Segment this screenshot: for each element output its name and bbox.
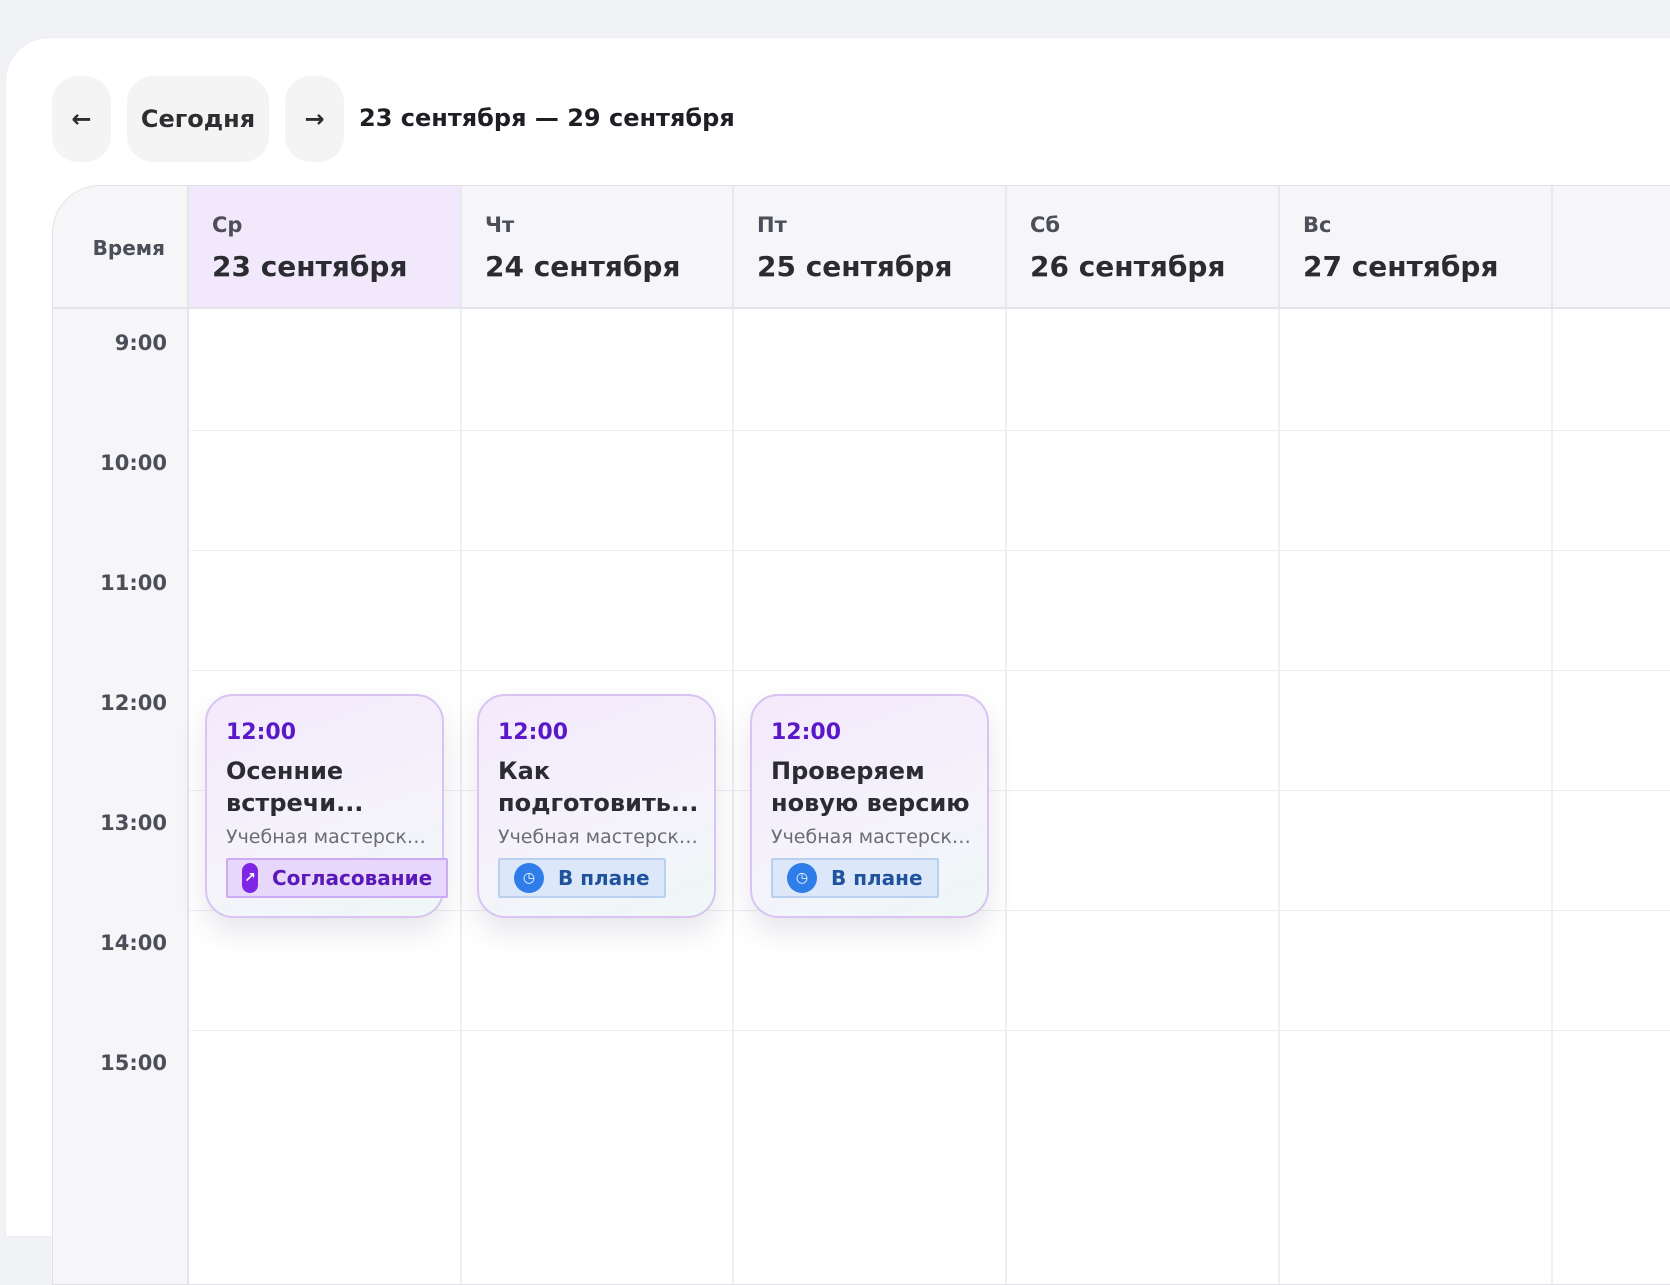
day-divider	[732, 309, 734, 1284]
time-column: 9:00 10:00 11:00 12:00 13:00 14:00 15:00	[53, 309, 189, 1284]
hour-divider	[189, 1030, 1670, 1031]
status-label: В плане	[558, 866, 650, 890]
day-date: 24 сентября	[485, 250, 681, 283]
calendar-panel: ← Сегодня → 23 сентября — 29 сентября Вр…	[5, 37, 1670, 1285]
event-title: Проверяем новую версию	[771, 757, 970, 817]
event-time: 12:00	[226, 720, 297, 745]
arrow-left-icon: ←	[71, 105, 92, 133]
time-column-header: Время	[53, 186, 189, 309]
event-time: 12:00	[771, 720, 842, 745]
day-date: 26 сентября	[1030, 250, 1226, 283]
hour-label: 14:00	[100, 931, 167, 955]
status-badge: ↗ Согласование	[226, 858, 449, 898]
event-title: Осенние встречи...	[226, 757, 364, 817]
day-abbr: Чт	[485, 213, 515, 237]
status-badge: ◷ В плане	[498, 858, 666, 898]
next-week-button[interactable]: →	[285, 76, 344, 162]
day-header-sun[interactable]: Вс 27 сентября	[1280, 186, 1553, 307]
hour-divider	[189, 430, 1670, 431]
hour-label: 15:00	[100, 1051, 167, 1075]
day-divider	[1005, 309, 1007, 1284]
day-abbr: Вс	[1303, 213, 1332, 237]
day-divider	[1551, 309, 1553, 1284]
day-date: 27 сентября	[1303, 250, 1499, 283]
day-abbr: Сб	[1030, 213, 1061, 237]
date-range-label: 23 сентября — 29 сентября	[359, 104, 735, 132]
arrow-right-icon: →	[304, 105, 325, 133]
status-label: В плане	[831, 866, 923, 890]
day-abbr: Ср	[212, 213, 243, 237]
day-divider	[1278, 309, 1280, 1284]
day-divider	[460, 309, 462, 1284]
event-subtitle: Учебная мастерска...	[771, 826, 976, 848]
day-abbr: Пт	[757, 213, 787, 237]
day-header-thu[interactable]: Чт 24 сентября	[462, 186, 734, 307]
hour-label: 12:00	[100, 691, 167, 715]
hour-divider	[189, 550, 1670, 551]
event-subtitle: Учебная мастерска...	[226, 826, 431, 848]
event-title: Как подготовить...	[498, 757, 699, 817]
approval-icon: ↗	[242, 863, 258, 893]
hour-label: 10:00	[100, 451, 167, 475]
hour-label: 9:00	[114, 331, 167, 355]
clock-icon: ◷	[514, 863, 544, 893]
event-subtitle: Учебная мастерска...	[498, 826, 703, 848]
day-date: 23 сентября	[212, 250, 408, 283]
day-header-sat[interactable]: Сб 26 сентября	[1007, 186, 1280, 307]
status-badge: ◷ В плане	[771, 858, 939, 898]
event-card[interactable]: 12:00 Проверяем новую версию Учебная мас…	[750, 694, 989, 918]
hour-divider	[189, 670, 1670, 671]
event-time: 12:00	[498, 720, 569, 745]
grid-header: Время Ср 23 сентября Чт 24 сентября Пт 2…	[53, 186, 1670, 309]
today-button[interactable]: Сегодня	[127, 76, 269, 162]
prev-week-button[interactable]: ←	[52, 76, 111, 162]
day-header-fri[interactable]: Пт 25 сентября	[734, 186, 1007, 307]
status-label: Согласование	[272, 866, 433, 890]
event-card[interactable]: 12:00 Осенние встречи... Учебная мастерс…	[205, 694, 449, 918]
hour-label: 11:00	[100, 571, 167, 595]
clock-icon: ◷	[787, 863, 817, 893]
event-card[interactable]: 12:00 Как подготовить... Учебная мастерс…	[477, 694, 716, 918]
day-header-wed[interactable]: Ср 23 сентября	[189, 186, 462, 307]
hour-label: 13:00	[100, 811, 167, 835]
day-date: 25 сентября	[757, 250, 953, 283]
